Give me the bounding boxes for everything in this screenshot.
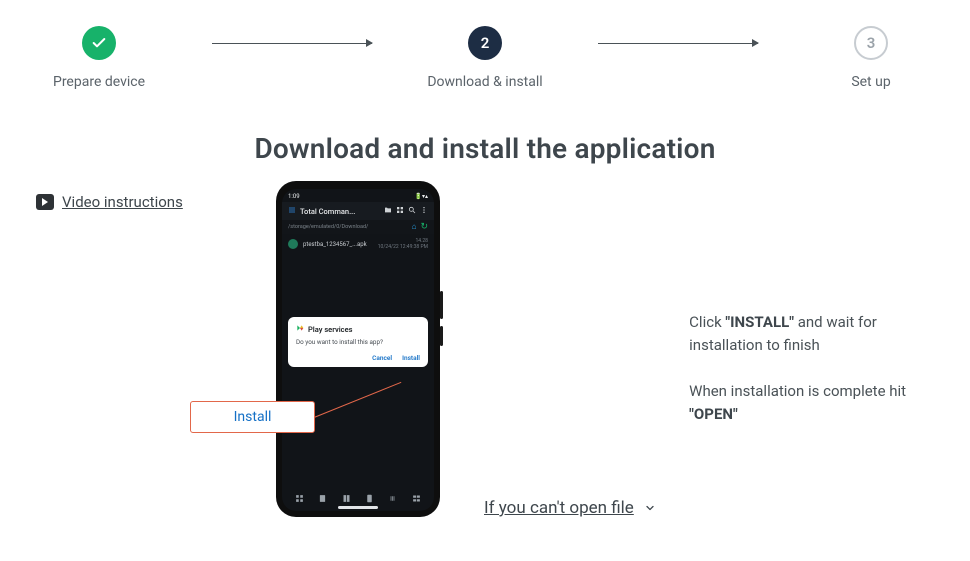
cant-open-label: If you can't open file: [484, 498, 634, 518]
step-label: Prepare device: [53, 74, 145, 90]
step-number: 2: [468, 26, 502, 60]
arrow-icon: [212, 26, 372, 60]
stepper: Prepare device 2 Download & install 3 Se…: [0, 0, 970, 90]
step-set-up[interactable]: 3 Set up: [776, 26, 966, 90]
video-instructions-label: Video instructions: [62, 193, 183, 211]
more-icon: [420, 206, 428, 216]
dialog-title: Play services: [308, 325, 353, 334]
instructions-text: Click "INSTALL" and wait for installatio…: [689, 311, 930, 426]
play-services-icon: [296, 324, 304, 334]
hamburger-icon: [288, 206, 296, 216]
page-title: Download and install the application: [0, 132, 970, 165]
file-date: 10/24/22 12:49:38 PM: [378, 244, 428, 250]
video-instructions-link[interactable]: Video instructions: [36, 193, 183, 211]
current-path: /storage/emulated/0/Download/: [288, 224, 368, 230]
nav-pill: [338, 506, 378, 509]
step-label: Download & install: [427, 74, 542, 90]
content-area: Video instructions 1:09 🔋▾▴ Total Comman…: [0, 193, 970, 426]
step-prepare-device[interactable]: Prepare device: [4, 26, 194, 90]
app-title: Total Comman...: [300, 207, 355, 216]
file-name: ptestba_1234567_...apk: [303, 241, 367, 248]
step-number: 3: [854, 26, 888, 60]
phone-bottombar: [282, 494, 434, 503]
step-label: Set up: [851, 74, 890, 90]
phone-statusbar: 1:09 🔋▾▴: [282, 189, 434, 202]
cant-open-file-toggle[interactable]: If you can't open file: [484, 498, 656, 518]
dialog-body: Do you want to install this app?: [296, 338, 420, 346]
home-icon: ⌂: [412, 222, 417, 232]
step-download-install[interactable]: 2 Download & install: [390, 26, 580, 90]
folder-icon: [384, 206, 392, 216]
phone-time: 1:09: [288, 193, 300, 200]
grid-icon: [396, 206, 404, 216]
chevron-down-icon: [644, 502, 656, 514]
install-callout: Install: [190, 401, 315, 433]
phone-appbar: Total Comman...: [282, 202, 434, 220]
callout-label: Install: [234, 409, 272, 425]
phone-file-row: ptestba_1234567_...apk 14.28 10/24/22 12…: [282, 234, 434, 254]
phone-status-icons: 🔋▾▴: [415, 193, 429, 200]
refresh-icon: ↻: [420, 222, 428, 232]
dialog-cancel-button: Cancel: [372, 354, 392, 362]
apk-icon: [288, 239, 298, 249]
play-icon: [36, 194, 54, 210]
arrow-icon: [598, 26, 758, 60]
checkmark-icon: [82, 26, 116, 60]
install-dialog: Play services Do you want to install thi…: [288, 317, 428, 367]
phone-mockup: 1:09 🔋▾▴ Total Comman... /storage/emulat…: [276, 181, 440, 517]
search-icon: [408, 206, 416, 216]
phone-pathbar: /storage/emulated/0/Download/ ⌂ ↻: [282, 220, 434, 234]
dialog-install-button: Install: [402, 354, 420, 362]
